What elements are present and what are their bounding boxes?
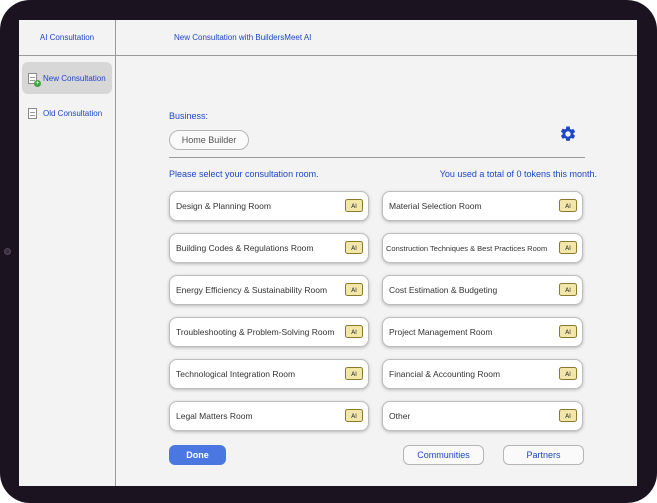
- room-construction-techniques[interactable]: Construction Techniques & Best Practices…: [382, 233, 583, 263]
- sidebar-item-label: New Consultation: [43, 73, 106, 83]
- svg-text:AI: AI: [565, 413, 571, 420]
- room-material-selection[interactable]: Material Selection Room AI: [382, 191, 583, 221]
- sidebar-item-old-consultation[interactable]: Old Consultation: [22, 97, 112, 129]
- gear-icon[interactable]: [559, 125, 577, 143]
- room-label: Technological Integration Room: [176, 369, 296, 379]
- chat-badge-icon: AI: [559, 325, 577, 338]
- room-project-management[interactable]: Project Management Room AI: [382, 317, 583, 347]
- room-label: Construction Techniques & Best Practices…: [386, 243, 548, 253]
- svg-text:AI: AI: [565, 287, 571, 294]
- done-button[interactable]: Done: [169, 445, 226, 465]
- room-cost-estimation[interactable]: Cost Estimation & Budgeting AI: [382, 275, 583, 305]
- device-frame: AI Consultation New Consultation with Bu…: [0, 0, 657, 503]
- chat-badge-icon: AI: [345, 325, 363, 338]
- chat-badge-icon: AI: [559, 199, 577, 212]
- room-technological-integration[interactable]: Technological Integration Room AI: [169, 359, 369, 389]
- svg-text:AI: AI: [351, 413, 357, 420]
- svg-text:AI: AI: [565, 371, 571, 378]
- new-doc-icon: +: [26, 72, 41, 87]
- sidebar: + New Consultation Old Consultation: [19, 56, 116, 486]
- doc-icon: [26, 107, 39, 120]
- room-label: Energy Efficiency & Sustainability Room: [176, 285, 328, 295]
- sidebar-item-new-consultation[interactable]: + New Consultation: [22, 62, 112, 94]
- chat-badge-icon: AI: [559, 241, 577, 254]
- divider: [169, 157, 585, 158]
- room-energy-efficiency[interactable]: Energy Efficiency & Sustainability Room …: [169, 275, 369, 305]
- token-usage: You used a total of 0 tokens this month.: [439, 169, 597, 179]
- camera-dot: [4, 248, 11, 255]
- room-label: Troubleshooting & Problem-Solving Room: [176, 327, 335, 337]
- chat-badge-icon: AI: [345, 241, 363, 254]
- chat-badge-icon: AI: [345, 409, 363, 422]
- room-label: Financial & Accounting Room: [389, 369, 501, 379]
- header-bar: New Consultation with BuildersMeet AI: [116, 20, 637, 56]
- chat-badge-icon: AI: [345, 199, 363, 212]
- svg-text:AI: AI: [351, 203, 357, 210]
- business-label: Business:: [169, 111, 209, 121]
- room-prompt: Please select your consultation room.: [169, 169, 319, 179]
- room-label: Cost Estimation & Budgeting: [389, 285, 498, 295]
- chat-badge-icon: AI: [559, 283, 577, 296]
- svg-text:AI: AI: [565, 245, 571, 252]
- room-design-planning[interactable]: Design & Planning Room AI: [169, 191, 369, 221]
- room-label: Legal Matters Room: [176, 411, 253, 421]
- communities-button[interactable]: Communities: [403, 445, 484, 465]
- room-label: Other: [389, 411, 411, 421]
- room-label: Building Codes & Regulations Room: [176, 243, 314, 253]
- chat-badge-icon: AI: [559, 409, 577, 422]
- app-screen: AI Consultation New Consultation with Bu…: [19, 20, 637, 486]
- svg-text:AI: AI: [351, 245, 357, 252]
- room-financial-accounting[interactable]: Financial & Accounting Room AI: [382, 359, 583, 389]
- sidebar-item-label: Old Consultation: [43, 108, 103, 118]
- svg-text:AI: AI: [565, 203, 571, 210]
- sidebar-title: AI Consultation: [19, 20, 116, 56]
- room-label: Project Management Room: [389, 327, 493, 337]
- room-troubleshooting[interactable]: Troubleshooting & Problem-Solving Room A…: [169, 317, 369, 347]
- chat-badge-icon: AI: [345, 367, 363, 380]
- room-label: Material Selection Room: [389, 201, 482, 211]
- page-title: New Consultation with BuildersMeet AI: [174, 33, 312, 42]
- main-panel: Business: Home Builder Please select you…: [116, 56, 637, 486]
- room-label: Design & Planning Room: [176, 201, 271, 211]
- svg-text:AI: AI: [565, 329, 571, 336]
- svg-text:AI: AI: [351, 371, 357, 378]
- room-other[interactable]: Other AI: [382, 401, 583, 431]
- svg-text:AI: AI: [351, 329, 357, 336]
- svg-text:AI: AI: [351, 287, 357, 294]
- business-field[interactable]: Home Builder: [169, 130, 249, 150]
- chat-badge-icon: AI: [559, 367, 577, 380]
- chat-badge-icon: AI: [345, 283, 363, 296]
- room-building-codes[interactable]: Building Codes & Regulations Room AI: [169, 233, 369, 263]
- room-legal-matters[interactable]: Legal Matters Room AI: [169, 401, 369, 431]
- partners-button[interactable]: Partners: [503, 445, 584, 465]
